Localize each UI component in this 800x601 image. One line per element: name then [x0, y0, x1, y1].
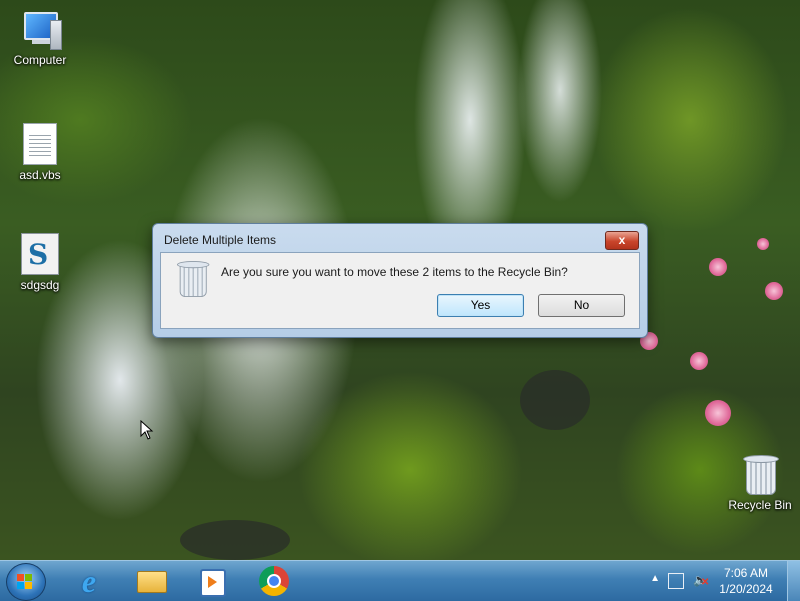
- desktop-icon-sdgsdg[interactable]: S sdgsdg: [5, 233, 75, 292]
- clock-time: 7:06 AM: [723, 566, 769, 580]
- show-hidden-icons-button[interactable]: ▲: [650, 573, 660, 584]
- system-tray: ▲ 🔈 ✕ 7:06 AM 1/20/2024: [630, 561, 800, 601]
- taskbar-internet-explorer[interactable]: e: [64, 563, 114, 599]
- recycle-bin-icon: [177, 261, 210, 297]
- wallpaper-flower: [757, 238, 769, 250]
- network-icon[interactable]: [668, 573, 684, 589]
- wallpaper-flower: [765, 282, 783, 300]
- wallpaper-flower: [690, 352, 708, 370]
- desktop-icon-computer[interactable]: Computer: [5, 10, 75, 67]
- vbs-file-icon: [23, 123, 57, 165]
- internet-explorer-icon: e: [81, 563, 97, 599]
- clock-date: 1/20/2024: [719, 582, 773, 596]
- file-explorer-icon: [137, 571, 167, 593]
- dialog-content: Are you sure you want to move these 2 it…: [160, 252, 640, 329]
- volume-muted-icon[interactable]: 🔈 ✕: [693, 573, 709, 588]
- script-file-icon: S: [21, 233, 59, 275]
- no-button[interactable]: No: [538, 294, 625, 317]
- start-button[interactable]: [6, 563, 46, 601]
- windows-logo-icon: [17, 574, 33, 590]
- mouse-cursor-icon: [140, 420, 154, 440]
- desktop-icon-recycle-bin[interactable]: Recycle Bin: [725, 455, 795, 512]
- desktop-icon-asd-vbs[interactable]: asd.vbs: [5, 123, 75, 182]
- desktop-icon-label: Recycle Bin: [728, 498, 792, 512]
- show-desktop-button[interactable]: [787, 561, 800, 601]
- chrome-icon: [259, 566, 289, 596]
- wallpaper-flower: [709, 258, 727, 276]
- desktop-icon-label: Computer: [13, 53, 67, 67]
- taskbar-file-explorer[interactable]: [125, 563, 175, 599]
- wallpaper-rock: [180, 520, 290, 560]
- dialog-message: Are you sure you want to move these 2 it…: [221, 265, 568, 279]
- recycle-bin-icon: [743, 455, 779, 495]
- dialog-title: Delete Multiple Items: [164, 233, 277, 247]
- close-icon: x: [618, 233, 626, 247]
- media-player-icon: [200, 569, 226, 597]
- wallpaper-rock: [520, 370, 590, 430]
- desktop-icon-label: sdgsdg: [20, 278, 60, 292]
- taskbar-chrome[interactable]: [250, 563, 300, 599]
- taskbar-media-player[interactable]: [186, 563, 236, 599]
- delete-confirm-dialog: Delete Multiple Items x Are you sure you…: [152, 223, 648, 338]
- computer-icon: [18, 10, 62, 50]
- wallpaper-flower: [705, 400, 731, 426]
- yes-button[interactable]: Yes: [437, 294, 524, 317]
- clock[interactable]: 7:06 AM 1/20/2024: [716, 565, 776, 597]
- dialog-close-button[interactable]: x: [605, 231, 639, 250]
- taskbar: e ▲ 🔈 ✕ 7:06 AM 1/20/2024: [0, 560, 800, 601]
- desktop-icon-label: asd.vbs: [19, 168, 61, 182]
